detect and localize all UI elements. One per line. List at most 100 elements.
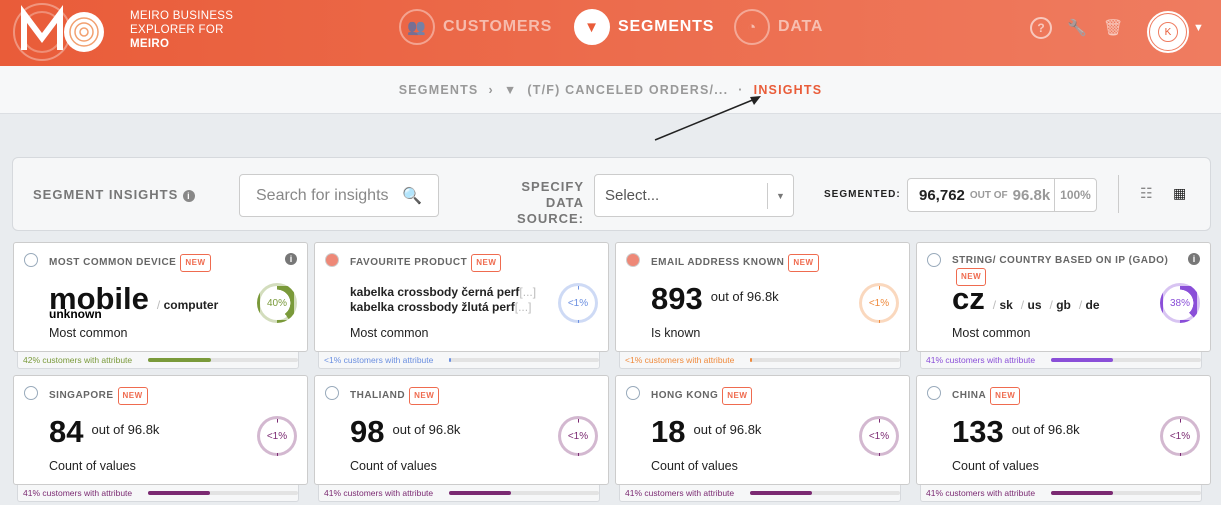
- chevron-down-icon[interactable]: ▼: [1193, 22, 1204, 34]
- nav-customers[interactable]: 👥 CUSTOMERS: [399, 9, 552, 45]
- insight-card[interactable]: MOST COMMON DEVICE NEW i mobile / computer…: [13, 242, 308, 352]
- percent-ring: <1%: [859, 283, 899, 323]
- brand-line: MEIRO: [130, 38, 170, 50]
- coverage-text: 41% customers with attribute: [926, 355, 1036, 365]
- count-value: 84 out of 96.8k: [49, 414, 159, 450]
- insight-card[interactable]: EMAIL ADDRESS KNOWN NEW 893 out of 96.8k I…: [615, 242, 910, 352]
- value-label: Count of values: [952, 459, 1039, 473]
- attribute-coverage: 41% customers with attribute: [619, 485, 901, 502]
- coverage-text: 42% customers with attribute: [23, 355, 133, 365]
- wrench-icon[interactable]: 🔧: [1067, 18, 1087, 38]
- select-value: Select...: [605, 187, 660, 204]
- hexagon-icon: [325, 386, 339, 400]
- other-value: / de: [1078, 298, 1100, 312]
- segmented-percent: 100%: [1054, 179, 1096, 211]
- nav-label: DATA: [778, 18, 824, 35]
- breadcrumb-segments[interactable]: SEGMENTS: [399, 83, 479, 97]
- out-of-text: out of 96.8k: [710, 289, 779, 304]
- main-value: cz: [952, 281, 985, 316]
- coverage-bar: [148, 358, 298, 362]
- grid-small-icon[interactable]: ▦: [1173, 185, 1186, 202]
- attribute-coverage: 41% customers with attribute: [17, 485, 299, 502]
- main-value: 133: [952, 414, 1004, 449]
- brand-name: MEIRO BUSINESS EXPLORER FOR MEIRO: [130, 9, 233, 51]
- user-avatar[interactable]: K: [1146, 10, 1190, 54]
- coverage-fill: [148, 358, 211, 362]
- percent-ring: 38%: [1160, 283, 1200, 323]
- total-value: 96.8k: [1012, 186, 1051, 204]
- insight-card[interactable]: FAVOURITE PRODUCT NEW kabelka crossbody č…: [314, 242, 609, 352]
- value-label: Is known: [651, 326, 701, 340]
- out-of-text: out of 96.8k: [91, 422, 160, 437]
- segment-insights-title: SEGMENT INSIGHTS i: [33, 187, 195, 202]
- percent-ring: <1%: [257, 416, 297, 456]
- out-of-label: OUT OF: [969, 189, 1008, 201]
- coverage-fill: [449, 491, 511, 495]
- new-badge: NEW: [117, 387, 148, 405]
- new-badge: NEW: [180, 254, 211, 272]
- funnel-icon: ▼: [574, 9, 610, 45]
- out-of-text: out of 96.8k: [693, 422, 762, 437]
- help-icon[interactable]: ?: [1030, 17, 1052, 39]
- product-item: kabelka crossbody černá perf[...]: [350, 285, 537, 299]
- info-icon[interactable]: i: [1188, 253, 1200, 265]
- insight-card[interactable]: STRING/ COUNTRY BASED ON IP (GADO)NEW i …: [916, 242, 1211, 352]
- attribute-coverage: <1% customers with attribute: [619, 352, 901, 369]
- users-icon: 👥: [399, 9, 435, 45]
- brand-line: EXPLORER FOR: [130, 24, 224, 36]
- coverage-text: 41% customers with attribute: [324, 488, 434, 498]
- hexagon-icon: [24, 386, 38, 400]
- meiro-logo[interactable]: [12, 2, 104, 62]
- funnel-icon: ▼: [503, 82, 518, 97]
- other-value: / us: [1020, 298, 1042, 312]
- info-icon[interactable]: i: [285, 253, 297, 265]
- attribute-coverage: 42% customers with attribute: [17, 352, 299, 369]
- chevron-right-icon: ›: [488, 82, 494, 97]
- search-input[interactable]: Search for insights 🔍: [239, 174, 439, 217]
- new-badge: NEW: [722, 387, 753, 405]
- coverage-bar: [750, 358, 900, 362]
- card-title: FAVOURITE PRODUCT NEW: [350, 254, 502, 272]
- main-value: 84: [49, 414, 84, 449]
- top-header: MEIRO BUSINESS EXPLORER FOR MEIRO 👥 CUSTO…: [0, 0, 1221, 66]
- insight-card[interactable]: SINGAPORE NEW 84 out of 96.8k Count of val…: [13, 375, 308, 485]
- coverage-bar: [449, 358, 599, 362]
- insight-card[interactable]: CHINA NEW 133 out of 96.8k Count of values…: [916, 375, 1211, 485]
- hexagon-icon: [927, 386, 941, 400]
- data-source-label: SPECIFY DATA SOURCE:: [517, 179, 584, 226]
- nav-label: CUSTOMERS: [443, 18, 553, 35]
- main-value: 893: [651, 281, 703, 316]
- insights-toolbar: SEGMENT INSIGHTS i Search for insights 🔍 …: [12, 157, 1211, 231]
- coverage-bar: [449, 491, 599, 495]
- percent-ring: <1%: [558, 283, 598, 323]
- attribute-coverage: 41% customers with attribute: [318, 485, 600, 502]
- info-icon[interactable]: i: [182, 190, 195, 202]
- segmented-count: 96,762 OUT OF 96.8k 100%: [907, 178, 1097, 212]
- value-label: Count of values: [651, 459, 738, 473]
- hexagon-icon: [24, 253, 38, 267]
- percent-ring: <1%: [558, 416, 598, 456]
- coverage-fill: [1051, 491, 1113, 495]
- value-label: Count of values: [49, 459, 136, 473]
- count-value: 98 out of 96.8k: [350, 414, 460, 450]
- datasource-icon: [626, 253, 640, 267]
- insight-card[interactable]: THALIAND NEW 98 out of 96.8k Count of valu…: [314, 375, 609, 485]
- card-title: MOST COMMON DEVICE NEW: [49, 254, 211, 272]
- percent-ring: 40%: [257, 283, 297, 323]
- count-value: 133 out of 96.8k: [952, 414, 1080, 450]
- main-value: 18: [651, 414, 686, 449]
- nav-data[interactable]: ◔ DATA: [734, 9, 823, 45]
- coverage-text: <1% customers with attribute: [324, 355, 434, 365]
- nav-label: SEGMENTS: [618, 18, 715, 35]
- insight-card[interactable]: HONG KONG NEW 18 out of 96.8k Count of val…: [615, 375, 910, 485]
- other-value: / sk: [992, 298, 1013, 312]
- coverage-fill: [1051, 358, 1113, 362]
- grid-large-icon[interactable]: ☷: [1140, 185, 1153, 202]
- count-value: 18 out of 96.8k: [651, 414, 761, 450]
- nav-segments[interactable]: ▼ SEGMENTS: [574, 9, 714, 45]
- trash-icon[interactable]: 🗑: [1103, 18, 1123, 38]
- attribute-coverage: 41% customers with attribute: [920, 352, 1202, 369]
- product-list: kabelka crossbody černá perf[...] kabelka…: [350, 285, 536, 315]
- data-source-select[interactable]: Select... ▼: [594, 174, 794, 217]
- gauge-icon: ◔: [734, 9, 770, 45]
